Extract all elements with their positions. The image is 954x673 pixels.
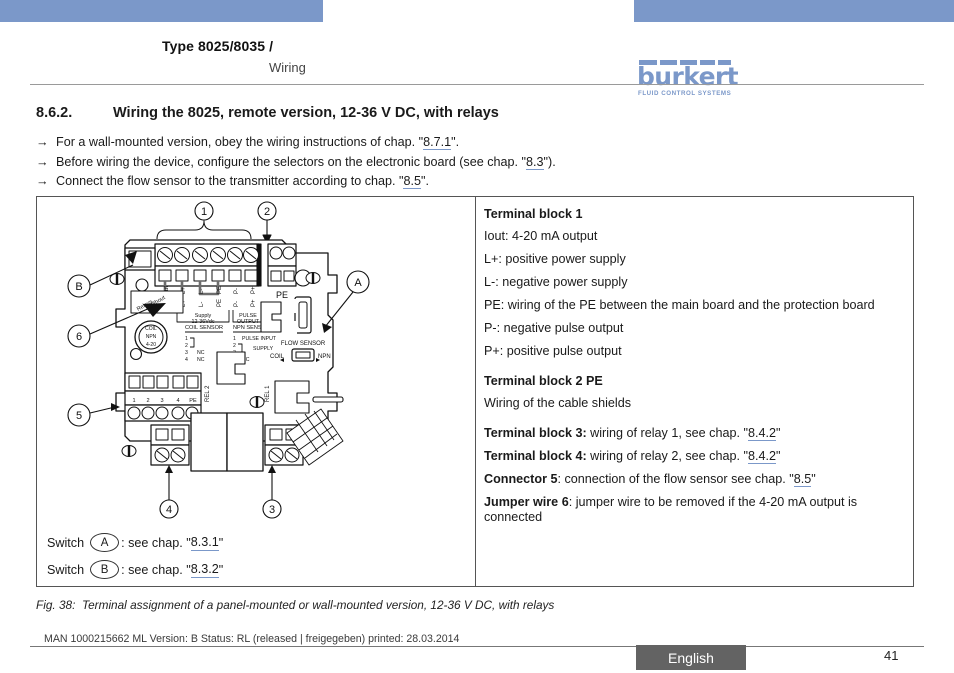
chapter-link[interactable]: 8.4.2 — [747, 449, 776, 464]
logo-tagline: FLUID CONTROL SYSTEMS — [638, 90, 732, 97]
chapter-link[interactable]: 8.5 — [403, 174, 421, 189]
figure-caption-text: Terminal assignment of a panel-mounted o… — [82, 598, 555, 612]
svg-text:5: 5 — [76, 410, 82, 422]
arrow-icon: → — [36, 154, 49, 169]
svg-text:REL 1: REL 1 — [265, 385, 271, 402]
svg-text:NPN: NPN — [318, 354, 331, 360]
legend-entry: Terminal block 3: wiring of relay 1, see… — [484, 426, 781, 441]
legend-heading-block2: Terminal block 2 PE — [484, 374, 603, 388]
svg-text:B: B — [75, 281, 82, 293]
list-item: → Connect the flow sensor to the transmit… — [36, 172, 736, 192]
svg-text:P-: P- — [234, 301, 240, 307]
switch-marker-a: A — [90, 533, 120, 552]
svg-text:PE: PE — [217, 299, 223, 307]
svg-text:6: 6 — [76, 331, 82, 343]
legend-heading-block1: Terminal block 1 — [484, 207, 583, 221]
switch-label: Switch — [47, 562, 85, 577]
chapter-link[interactable]: 8.7.1 — [423, 135, 452, 150]
figure-number: Fig. 38: — [36, 598, 76, 612]
document-title: Type 8025/8035 / — [162, 38, 274, 54]
svg-text:PE: PE — [189, 398, 197, 404]
page-number: 41 — [884, 648, 899, 663]
svg-text:2: 2 — [146, 398, 149, 404]
svg-text:P+: P+ — [251, 286, 257, 294]
arrow-icon: → — [36, 135, 49, 149]
legend-item: Wiring of the cable shields — [484, 396, 631, 410]
switch-reference-list: Switch A : see chap. " 8.3.1 " Switch B : … — [47, 529, 467, 583]
svg-text:L-: L- — [199, 289, 205, 294]
header-divider — [30, 84, 924, 85]
svg-text:2: 2 — [233, 343, 236, 349]
svg-text:NC: NC — [197, 357, 205, 363]
list-item: → Before wiring the device, configure the… — [36, 153, 736, 173]
svg-text:PULSE INPUT: PULSE INPUT — [242, 336, 277, 342]
legend-entry: Connector 5: connection of the flow sens… — [484, 472, 816, 487]
svg-text:COIL SENSOR: COIL SENSOR — [185, 325, 223, 331]
legend-item: L-: negative power supply — [484, 275, 628, 289]
arrow-icon: → — [36, 174, 49, 188]
svg-text:P-: P- — [234, 288, 240, 294]
figure-caption: Fig. 38: Terminal assignment of a panel-m… — [36, 598, 554, 612]
page-header: Type 8025/8035 / Wiring burkert FLUID CO… — [0, 22, 954, 97]
svg-text:3: 3 — [269, 504, 275, 516]
legend-item: Iout: 4-20 mA output — [484, 229, 598, 243]
svg-text:L-: L- — [199, 302, 205, 307]
legend-entry: Terminal block 4: wiring of relay 2, see… — [484, 449, 781, 464]
svg-text:NPN: NPN — [146, 334, 157, 340]
legend-item: L+: positive power supply — [484, 252, 626, 266]
svg-text:2: 2 — [185, 343, 188, 349]
chapter-link[interactable]: 8.4.2 — [747, 426, 776, 441]
svg-text:SUPPLY: SUPPLY — [253, 346, 274, 352]
svg-text:PE: PE — [217, 286, 223, 294]
svg-text:1: 1 — [132, 398, 135, 404]
switch-marker-b: B — [90, 560, 120, 579]
pcb-diagram: Iout L+ L- PE P- P+ Iout L+ L- PE P- P+ … — [37, 197, 475, 527]
chapter-link[interactable]: 8.3.1 — [190, 534, 219, 551]
svg-text:1: 1 — [233, 336, 236, 342]
chapter-link[interactable]: 8.3 — [526, 154, 544, 170]
switch-row-a: Switch A : see chap. " 8.3.1 " — [47, 529, 467, 556]
switch-row-b: Switch B : see chap. " 8.3.2 " — [47, 556, 467, 583]
section-title: Wiring the 8025, remote version, 12-36 V… — [113, 105, 499, 121]
svg-text:REL 2: REL 2 — [205, 385, 211, 402]
legend-item: PE: wiring of the PE between the main bo… — [484, 298, 875, 312]
terminal-legend: Terminal block 1 Iout: 4-20 mA output L+… — [484, 207, 904, 533]
svg-text:P+: P+ — [251, 299, 257, 307]
svg-text:4: 4 — [166, 504, 172, 516]
figure-divider — [475, 197, 476, 586]
svg-text:A: A — [354, 277, 362, 289]
svg-text:3: 3 — [160, 398, 163, 404]
svg-text:2: 2 — [264, 206, 270, 218]
instruction-list: → For a wall-mounted version, obey the wi… — [36, 133, 736, 192]
header-accent-bar-right — [634, 0, 954, 22]
svg-text:4-20: 4-20 — [146, 342, 156, 348]
svg-text:4: 4 — [185, 357, 188, 363]
svg-text:1: 1 — [185, 336, 188, 342]
figure-container: Iout L+ L- PE P- P+ Iout L+ L- PE P- P+ … — [36, 196, 914, 587]
pe-label: PE — [276, 290, 288, 300]
svg-text:1: 1 — [201, 206, 207, 218]
svg-text:FLOW SENSOR: FLOW SENSOR — [281, 341, 326, 347]
footer-metadata: MAN 1000215662 ML Version: B Status: RL … — [44, 633, 460, 645]
logo-wordmark: burkert — [637, 62, 739, 91]
svg-text:4: 4 — [176, 398, 179, 404]
chapter-link[interactable]: 8.3.2 — [190, 561, 219, 578]
switch-label: Switch — [47, 535, 85, 550]
burkert-logo: burkert FLUID CONTROL SYSTEMS — [637, 60, 739, 98]
header-accent-bar-left — [0, 0, 323, 22]
footer-divider — [30, 646, 924, 647]
chapter-link[interactable]: 8.5 — [793, 472, 812, 487]
svg-text:NC: NC — [197, 350, 205, 356]
section-number: 8.6.2. — [36, 105, 73, 121]
legend-entry: Jumper wire 6: jumper wire to be removed… — [484, 495, 858, 524]
language-badge: English — [636, 645, 746, 670]
legend-item: P+: positive pulse output — [484, 344, 622, 358]
legend-item: P-: negative pulse output — [484, 321, 624, 335]
svg-text:3: 3 — [185, 350, 188, 356]
list-item: → For a wall-mounted version, obey the wi… — [36, 133, 736, 153]
document-subtitle: Wiring — [269, 60, 306, 75]
svg-text:COIL: COIL — [145, 326, 157, 332]
